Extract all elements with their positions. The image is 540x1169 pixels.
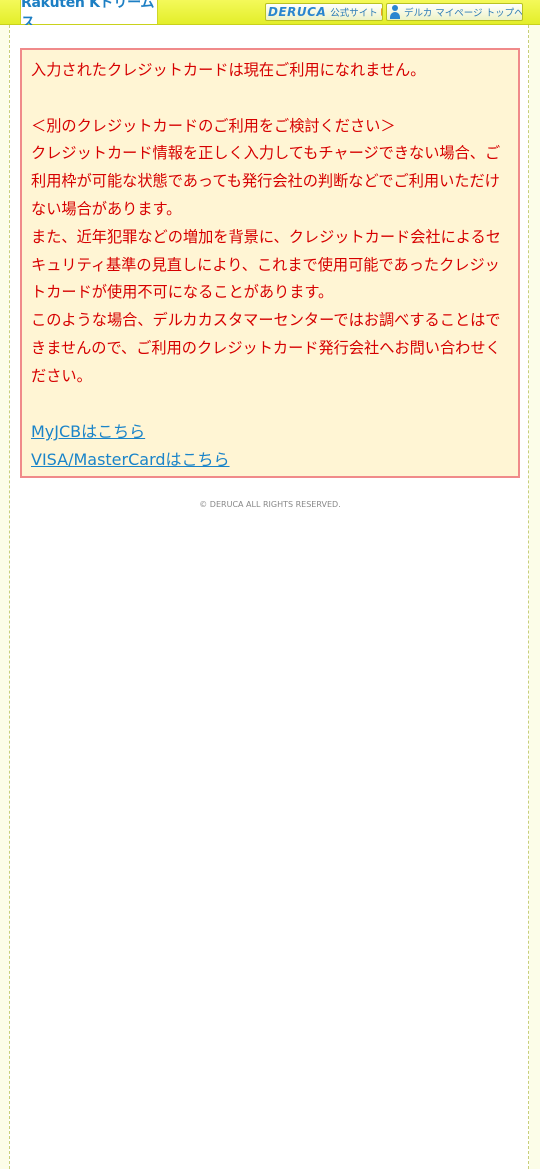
rakuten-k-dreams-logo[interactable]: Rakuten Kドリームス xyxy=(20,0,158,31)
person-icon xyxy=(389,5,401,19)
error-message: 入力されたクレジットカードは現在ご利用になれません。 xyxy=(31,61,426,79)
notice-paragraph-2: また、近年犯罪などの増加を背景に、クレジットカード会社によるセキュリティ基準の見… xyxy=(31,227,501,302)
header-bar: Rakuten Kドリームス DERUCA 公式サイト デルカ マイページ トッ… xyxy=(0,0,540,31)
official-site-label: 公式サイト xyxy=(330,8,378,19)
deruca-logo: DERUCA xyxy=(268,5,327,19)
notice-paragraph-3: このような場合、デルカカスタマーセンターではお調べすることはできませんので、ご利… xyxy=(31,311,501,385)
myjcb-link[interactable]: MyJCBはこちら xyxy=(31,418,508,446)
arrow-right-icon xyxy=(380,8,382,16)
deruca-official-site-button[interactable]: DERUCA 公式サイト xyxy=(265,3,383,21)
error-notice-box: 入力されたクレジットカードは現在ご利用になれません。 ＜別のクレジットカードのご… xyxy=(20,48,520,478)
mypage-top-button[interactable]: デルカ マイページ トップへ xyxy=(386,3,523,21)
mypage-label: デルカ マイページ トップへ xyxy=(404,8,523,19)
notice-heading: ＜別のクレジットカードのご利用をご検討ください＞ xyxy=(31,116,396,135)
notice-paragraph-1: クレジットカード情報を正しく入力してもチャージできない場合、ご利用枠が可能な状態… xyxy=(31,144,501,218)
copyright-footer: © DERUCA ALL RIGHTS RESERVED. xyxy=(199,500,341,509)
visa-mastercard-link[interactable]: VISA/MasterCardはこちら xyxy=(31,446,508,474)
